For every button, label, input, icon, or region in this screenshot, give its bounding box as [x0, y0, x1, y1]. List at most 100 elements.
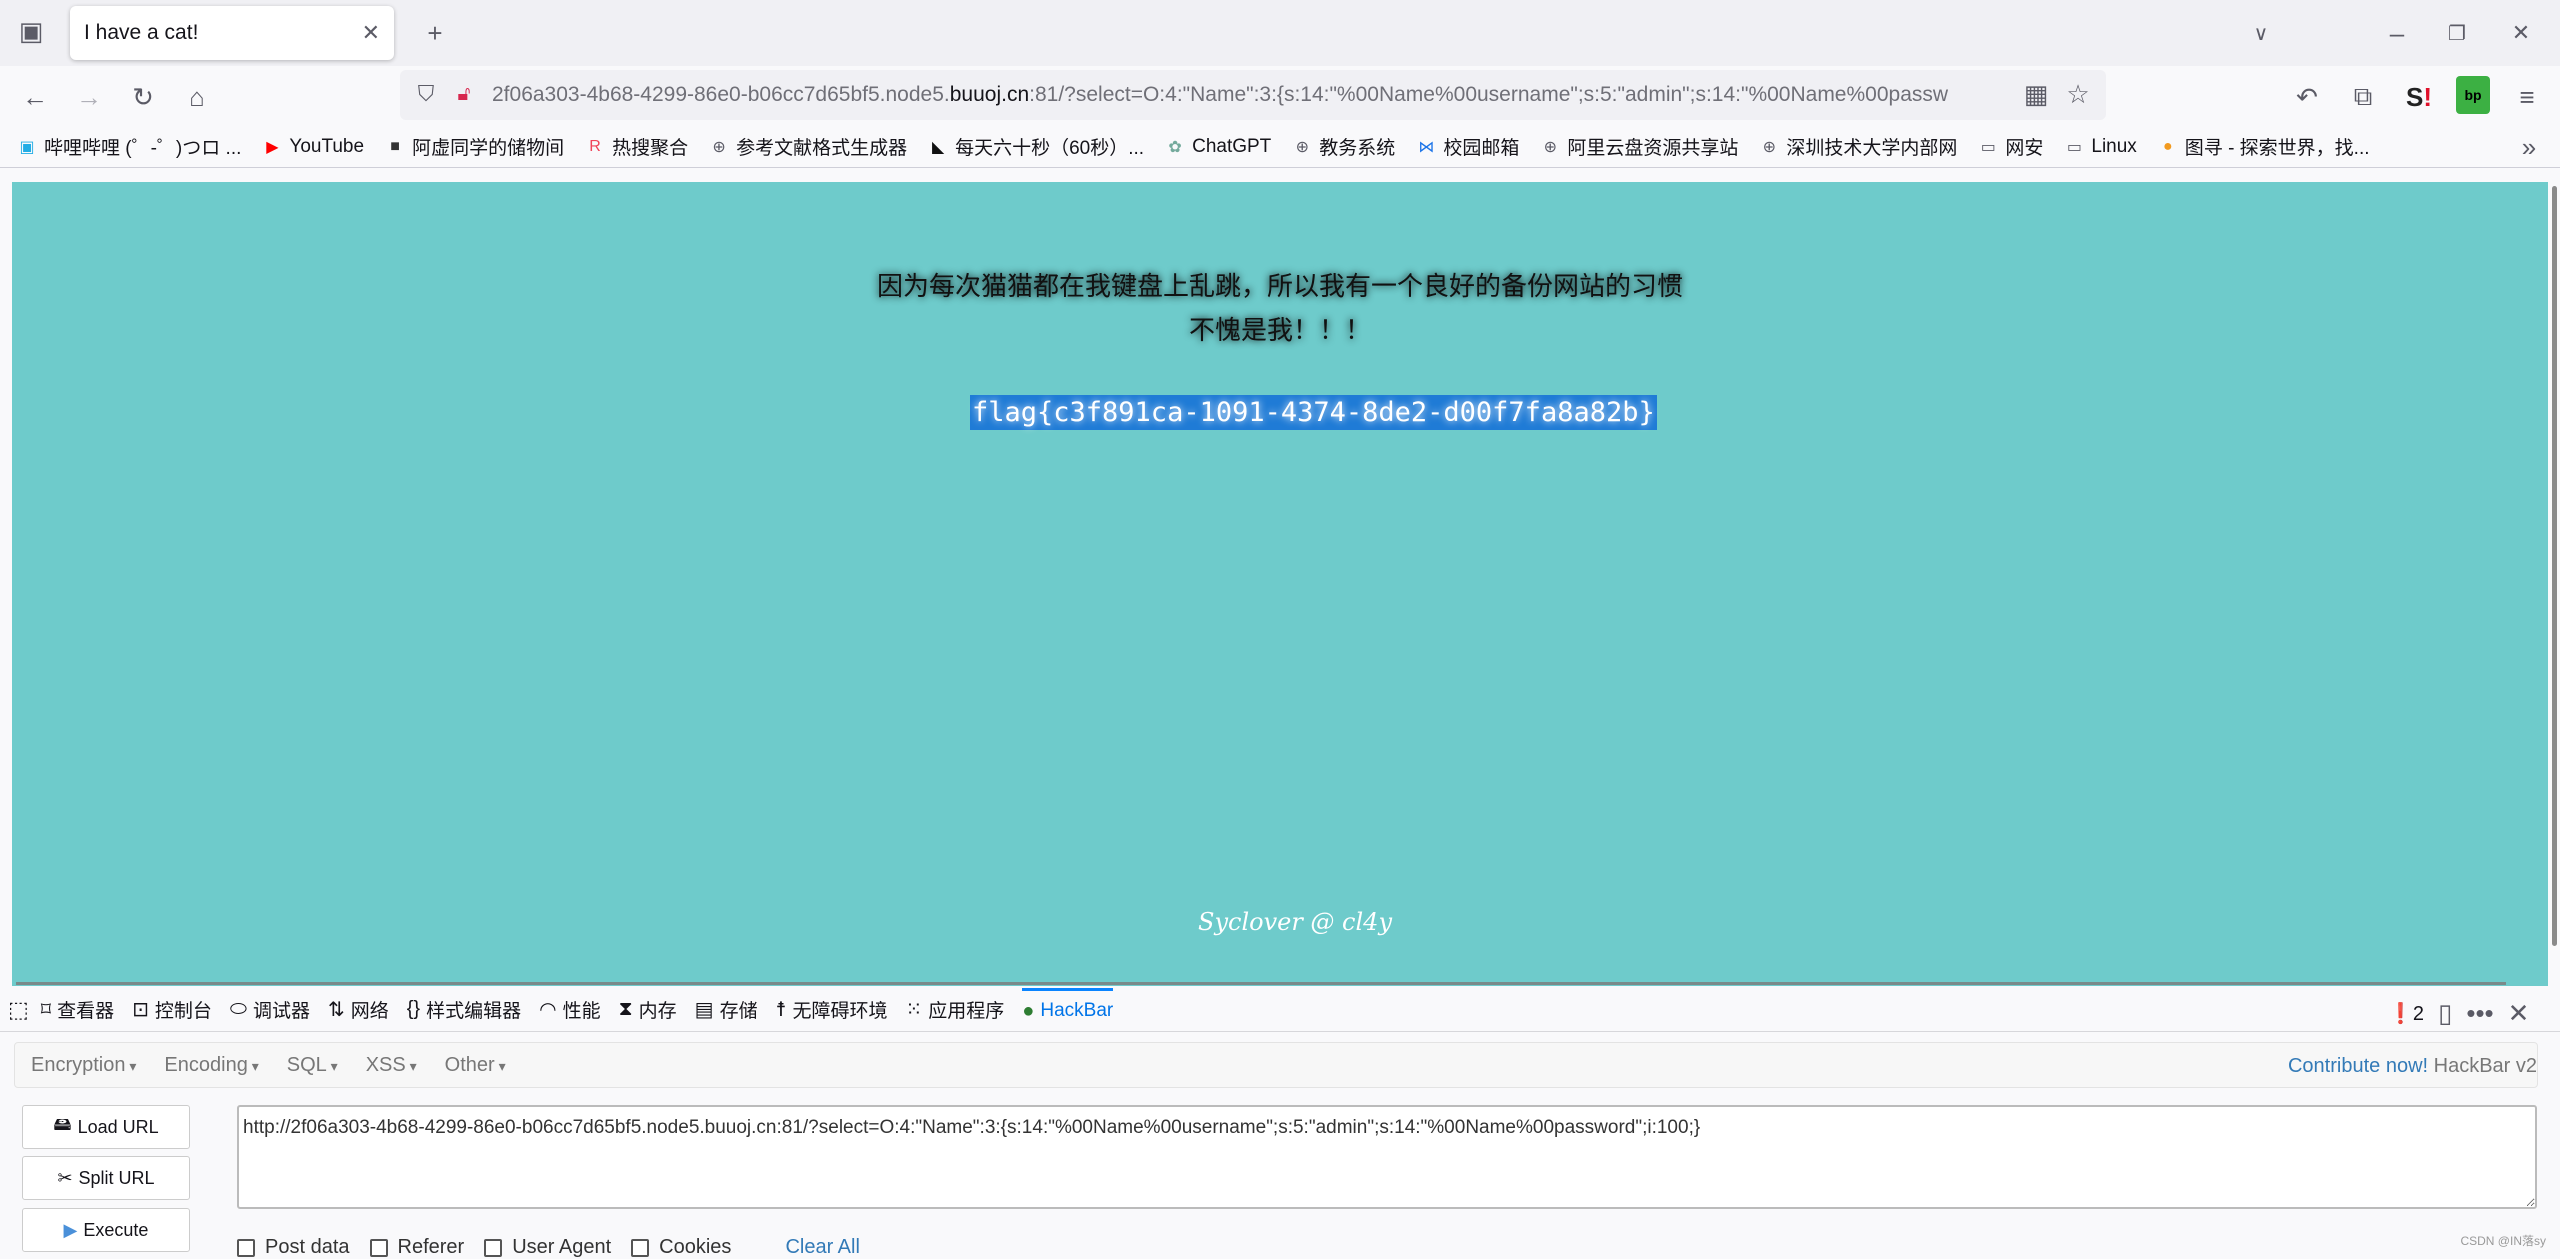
more-options-icon[interactable]: •••: [2466, 998, 2493, 1029]
bookmark-item[interactable]: ■ 阿虚同学的储物间: [384, 133, 564, 160]
globe-icon: ⊕: [712, 138, 726, 156]
extensions-icon[interactable]: ⧉: [2346, 80, 2380, 114]
undo-icon[interactable]: ↶: [2290, 80, 2324, 114]
bookmark-item[interactable]: ⊕ 参考文献格式生成器: [708, 133, 907, 160]
bookmark-item[interactable]: ▶ YouTube: [261, 136, 364, 158]
devtools-tab[interactable]: ⌑ 查看器: [41, 988, 114, 1032]
element-picker-icon[interactable]: ⬚: [8, 988, 29, 1032]
bookmark-item[interactable]: R 热搜聚合: [584, 133, 688, 160]
restore-icon[interactable]: ❐: [2440, 16, 2474, 50]
split-url-button[interactable]: ✂ Split URL: [22, 1156, 190, 1200]
option-checkbox[interactable]: User Agent: [484, 1236, 611, 1259]
horizontal-scrollbar[interactable]: [16, 982, 2506, 985]
back-icon[interactable]: ←: [18, 80, 52, 114]
flag-text[interactable]: flag{c3f891ca-1091-4374-8de2-d00f7fa8a82…: [970, 395, 1657, 430]
devtools-tab-label: 网络: [350, 1001, 389, 1022]
bookmark-label: ChatGPT: [1192, 135, 1272, 157]
url-suffix: :81/?select=O:4:"Name":3:{s:14:"%00Name%…: [1029, 83, 1949, 106]
tab-list-icon[interactable]: ▣: [14, 14, 48, 48]
bookmark-item[interactable]: ▭ 网安: [1977, 133, 2044, 160]
signature: Syclover @ cl4y: [1198, 908, 1393, 936]
avatar-icon: ■: [390, 137, 400, 155]
responsive-design-icon[interactable]: ▯: [2438, 998, 2452, 1029]
tuxun-icon: ●: [2162, 137, 2173, 155]
new-tab-icon[interactable]: +: [418, 16, 452, 50]
close-tab-icon[interactable]: ✕: [362, 20, 380, 46]
home-icon[interactable]: ⌂: [180, 80, 214, 114]
hackbar-menu-item[interactable]: Encryption: [31, 1054, 136, 1077]
devtools-tab[interactable]: ⊡ 控制台: [132, 988, 212, 1032]
load-url-button[interactable]: 🖴︎ Load URL: [22, 1105, 190, 1149]
devtools-tab[interactable]: ⬭ 调试器: [230, 988, 310, 1032]
devtools-tab[interactable]: ⇅ 网络: [328, 988, 389, 1032]
devtools-tab-label: 性能: [562, 1001, 601, 1022]
contribute-link[interactable]: Contribute now!: [2288, 1055, 2428, 1077]
bookmark-item[interactable]: ✿ ChatGPT: [1164, 136, 1271, 158]
bookmark-item[interactable]: ▭ Linux: [2063, 136, 2137, 158]
checkbox[interactable]: [631, 1238, 650, 1257]
hackbar-icon: ●: [1022, 999, 1035, 1022]
bookmark-item[interactable]: ⊕ 教务系统: [1291, 133, 1396, 160]
hackbar-menu-item[interactable]: Other: [445, 1054, 506, 1077]
devtools-tab-label: 调试器: [252, 1001, 310, 1022]
devtools-tab-label: 应用程序: [928, 1001, 1005, 1022]
insecure-lock-icon[interactable]: 🔓︎: [448, 78, 480, 110]
checkbox[interactable]: [369, 1238, 388, 1257]
qr-code-icon[interactable]: ▦: [2020, 78, 2052, 110]
minimize-icon[interactable]: –: [2380, 16, 2414, 50]
devtools-tab[interactable]: {} 样式编辑器: [407, 988, 521, 1032]
hackbar-url-input[interactable]: [237, 1105, 2537, 1209]
reload-icon[interactable]: ↻: [126, 80, 160, 114]
page-content: 因为每次猫猫都在我键盘上乱跳，所以我有一个良好的备份网站的习惯 不愧是我！！！ …: [12, 182, 2548, 986]
bookmark-item[interactable]: ◣ 每天六十秒（60秒）...: [927, 133, 1144, 160]
clear-all-link[interactable]: Clear All: [785, 1236, 859, 1259]
close-devtools-icon[interactable]: ✕: [2508, 998, 2530, 1029]
bookmark-item[interactable]: ▣ 哔哩哔哩 (゜-゜)つロ ...: [16, 133, 241, 160]
intro-line-2: 不愧是我！！！: [1188, 316, 1371, 346]
page-scrollbar[interactable]: [2552, 186, 2557, 946]
option-checkbox[interactable]: Post data: [237, 1236, 350, 1259]
mail-logo-icon: ⋈: [1418, 138, 1435, 156]
checkbox[interactable]: [237, 1238, 255, 1257]
bookmark-label: 阿里云盘资源共享站: [1567, 138, 1739, 159]
shield-icon[interactable]: ⛉: [410, 78, 442, 110]
url-bar[interactable]: ⛉ 🔓︎ 2f06a303-4b68-4299-86e0-b06cc7d65bf…: [400, 70, 2106, 120]
bilibili-icon: ▣: [19, 138, 35, 156]
devtools-tab-label: 无障碍环境: [792, 1001, 888, 1022]
inspector-icon: ⌑: [40, 999, 52, 1021]
bookmark-item[interactable]: ⊕ 深圳技术大学内部网: [1758, 133, 1958, 160]
forward-icon[interactable]: →: [72, 80, 106, 114]
devtools-tab-label: HackBar: [1040, 1000, 1114, 1021]
close-window-icon[interactable]: ✕: [2504, 16, 2538, 50]
hackbar-version: HackBar v2: [2433, 1055, 2537, 1077]
devtools-tab[interactable]: ◠ 性能: [539, 988, 600, 1032]
bookmark-item[interactable]: ⋈ 校园邮箱: [1415, 133, 1519, 160]
chevron-down-icon[interactable]: ∨: [2244, 16, 2278, 50]
option-checkbox[interactable]: Referer: [369, 1236, 464, 1259]
bookmarks-bar: ▣ 哔哩哔哩 (゜-゜)つロ ... ▶ YouTube ■ 阿虚同学的储物间 R 热搜聚合 ⊕…: [0, 126, 2560, 168]
burp-proxy-icon[interactable]: bp: [2456, 76, 2490, 114]
more-bookmarks-icon[interactable]: »: [2512, 130, 2546, 164]
tab-active[interactable]: I have a cat! ✕: [70, 6, 394, 60]
devtools-tab[interactable]: ● HackBar: [1022, 987, 1114, 1032]
hackbar-menu: Encryption Encoding SQL XSS Other Contribute …: [14, 1042, 2538, 1088]
star-bookmark-icon[interactable]: ☆: [2062, 78, 2094, 110]
devtools-tab[interactable]: ☨ 无障碍环境: [776, 988, 888, 1032]
devtools-tab[interactable]: ⁙ 应用程序: [906, 988, 1005, 1032]
bookmark-label: 哔哩哔哩 (゜-゜)つロ ...: [44, 138, 242, 159]
devtools-tab[interactable]: ⧗ 内存: [619, 988, 677, 1032]
checkbox[interactable]: [484, 1238, 503, 1257]
execute-button[interactable]: ▶ Execute: [22, 1208, 190, 1252]
bookmark-item[interactable]: ● 图寻 - 探索世界，找...: [2157, 133, 2370, 160]
option-checkbox[interactable]: Cookies: [631, 1236, 731, 1259]
hackbar-menu-item[interactable]: SQL: [287, 1054, 338, 1077]
bookmark-item[interactable]: ⊕ 阿里云盘资源共享站: [1539, 133, 1739, 160]
hackbar-menu-item[interactable]: Encoding: [164, 1054, 258, 1077]
menu-icon[interactable]: ≡: [2510, 80, 2544, 114]
devtools-tab-label: 存储: [719, 1001, 758, 1022]
error-count[interactable]: ❗2: [2388, 1001, 2424, 1026]
globe-icon: ⊕: [1762, 138, 1777, 156]
devtools-tab[interactable]: ▤ 存储: [695, 988, 758, 1032]
s-extension-icon[interactable]: S!: [2402, 80, 2436, 114]
hackbar-menu-item[interactable]: XSS: [366, 1054, 417, 1077]
